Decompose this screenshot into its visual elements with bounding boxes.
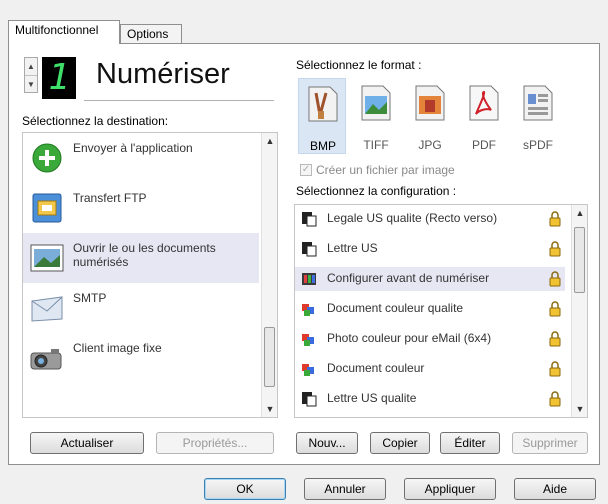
- config-item-letter-us-quality[interactable]: Lettre US qualite: [295, 387, 565, 411]
- bw-document-icon: [302, 392, 317, 407]
- properties-button[interactable]: Propriétés...: [156, 432, 274, 454]
- lock-icon: [549, 211, 561, 227]
- format-jpg[interactable]: JPG: [406, 78, 454, 154]
- lock-icon: [549, 331, 561, 347]
- spdf-file-icon: [523, 85, 553, 121]
- destination-label: Sélectionnez la destination:: [22, 114, 169, 128]
- scroll-up-icon[interactable]: ▲: [572, 205, 587, 221]
- config-item-label: Lettre US: [327, 241, 378, 255]
- destination-item-application[interactable]: Envoyer à l'application: [23, 133, 259, 183]
- config-item-label: Document couleur qualite: [327, 301, 464, 315]
- spin-down-icon[interactable]: ▼: [25, 75, 37, 92]
- delete-button[interactable]: Supprimer: [512, 432, 588, 454]
- pdf-file-icon: [469, 85, 499, 121]
- config-item-letter-us[interactable]: Lettre US: [295, 237, 565, 261]
- destination-item-open-documents[interactable]: Ouvrir le ou les documents numérisés: [23, 233, 259, 283]
- destination-item-still-image[interactable]: Client image fixe: [23, 333, 259, 383]
- format-pdf[interactable]: PDF: [460, 78, 508, 154]
- bw-document-icon: [302, 242, 317, 257]
- spin-up-icon[interactable]: ▲: [25, 58, 37, 75]
- destination-item-label: Ouvrir le ou les documents numérisés: [73, 241, 216, 269]
- color-document-icon: [302, 334, 314, 346]
- configure-icon: [302, 273, 316, 285]
- config-item-legal-duplex[interactable]: Legale US qualite (Recto verso): [295, 207, 565, 231]
- tab-options[interactable]: Options: [120, 24, 182, 44]
- edit-button[interactable]: Éditer: [440, 432, 500, 454]
- destination-item-smtp[interactable]: SMTP: [23, 283, 259, 333]
- tab-multifonctionnel[interactable]: Multifonctionnel: [8, 20, 120, 44]
- bmp-file-icon: [308, 86, 338, 122]
- refresh-button[interactable]: Actualiser: [30, 432, 144, 454]
- config-item-color-quality[interactable]: Document couleur qualite: [295, 297, 565, 321]
- jpg-file-icon: [415, 85, 445, 121]
- new-button[interactable]: Nouv...: [296, 432, 358, 454]
- destination-item-label: Client image fixe: [73, 341, 162, 355]
- config-item-photo-email[interactable]: Photo couleur pour eMail (6x4): [295, 327, 565, 351]
- destination-scrollbar[interactable]: ▲ ▼: [261, 133, 277, 417]
- format-label-jpg: JPG: [418, 138, 442, 152]
- cancel-button[interactable]: Annuler: [304, 478, 386, 500]
- apply-button[interactable]: Appliquer: [404, 478, 496, 500]
- configuration-list[interactable]: Legale US qualite (Recto verso) Lettre U…: [294, 204, 588, 418]
- color-document-icon: [302, 364, 314, 376]
- open-document-icon: [30, 244, 64, 272]
- format-label-pdf: PDF: [472, 138, 496, 152]
- format-label-spdf: sPDF: [523, 138, 553, 152]
- scroll-thumb[interactable]: [264, 327, 275, 387]
- lock-icon: [549, 391, 561, 407]
- green-add-icon: [32, 143, 62, 173]
- configuration-scrollbar[interactable]: ▲ ▼: [571, 205, 587, 417]
- title-divider: [84, 100, 274, 101]
- scroll-up-icon[interactable]: ▲: [262, 133, 277, 149]
- destination-list[interactable]: Envoyer à l'application Transfert FTP Ou…: [22, 132, 278, 418]
- scroll-down-icon[interactable]: ▼: [572, 401, 587, 417]
- format-spdf[interactable]: sPDF: [514, 78, 562, 154]
- event-title: Numériser: [96, 58, 230, 90]
- scroll-thumb[interactable]: [574, 227, 585, 293]
- destination-item-label: SMTP: [73, 291, 107, 305]
- ok-button[interactable]: OK: [204, 478, 286, 500]
- destination-item-label: Envoyer à l'application: [73, 141, 193, 155]
- config-item-color-document[interactable]: Document couleur: [295, 357, 565, 381]
- copy-button[interactable]: Copier: [370, 432, 430, 454]
- event-spinner[interactable]: ▲ ▼: [24, 57, 38, 93]
- lock-icon: [549, 271, 561, 287]
- email-envelope-icon: [31, 296, 63, 322]
- bw-document-icon: [302, 212, 317, 227]
- help-button[interactable]: Aide: [514, 478, 596, 500]
- config-item-label: Legale US qualite (Recto verso): [327, 211, 498, 225]
- lock-icon: [549, 241, 561, 257]
- event-number-display: 1: [42, 57, 76, 99]
- format-bmp[interactable]: BMP: [298, 78, 346, 154]
- destination-item-ftp[interactable]: Transfert FTP: [23, 183, 259, 233]
- one-file-per-image-label: Créer un fichier par image: [316, 163, 455, 177]
- config-item-label: Configurer avant de numériser: [327, 271, 490, 285]
- scroll-down-icon[interactable]: ▼: [262, 401, 277, 417]
- format-label: Sélectionnez le format :: [296, 58, 422, 72]
- tiff-file-icon: [361, 85, 391, 121]
- format-tiff[interactable]: TIFF: [352, 78, 400, 154]
- configuration-label: Sélectionnez la configuration :: [296, 184, 457, 198]
- color-document-icon: [302, 304, 314, 316]
- config-item-label: Photo couleur pour eMail (6x4): [327, 331, 492, 345]
- one-file-per-image-checkbox[interactable]: ✓: [300, 164, 312, 176]
- config-item-label: Document couleur: [327, 361, 425, 375]
- format-label-tiff: TIFF: [363, 138, 389, 152]
- camera-icon: [30, 349, 62, 370]
- destination-item-label: Transfert FTP: [73, 191, 147, 205]
- config-item-label: Lettre US qualite: [327, 391, 417, 405]
- lock-icon: [549, 301, 561, 317]
- config-item-configure-before-scan[interactable]: Configurer avant de numériser: [295, 267, 565, 291]
- format-label-bmp: BMP: [309, 139, 336, 153]
- lock-icon: [549, 361, 561, 377]
- ftp-transfer-icon: [32, 193, 62, 223]
